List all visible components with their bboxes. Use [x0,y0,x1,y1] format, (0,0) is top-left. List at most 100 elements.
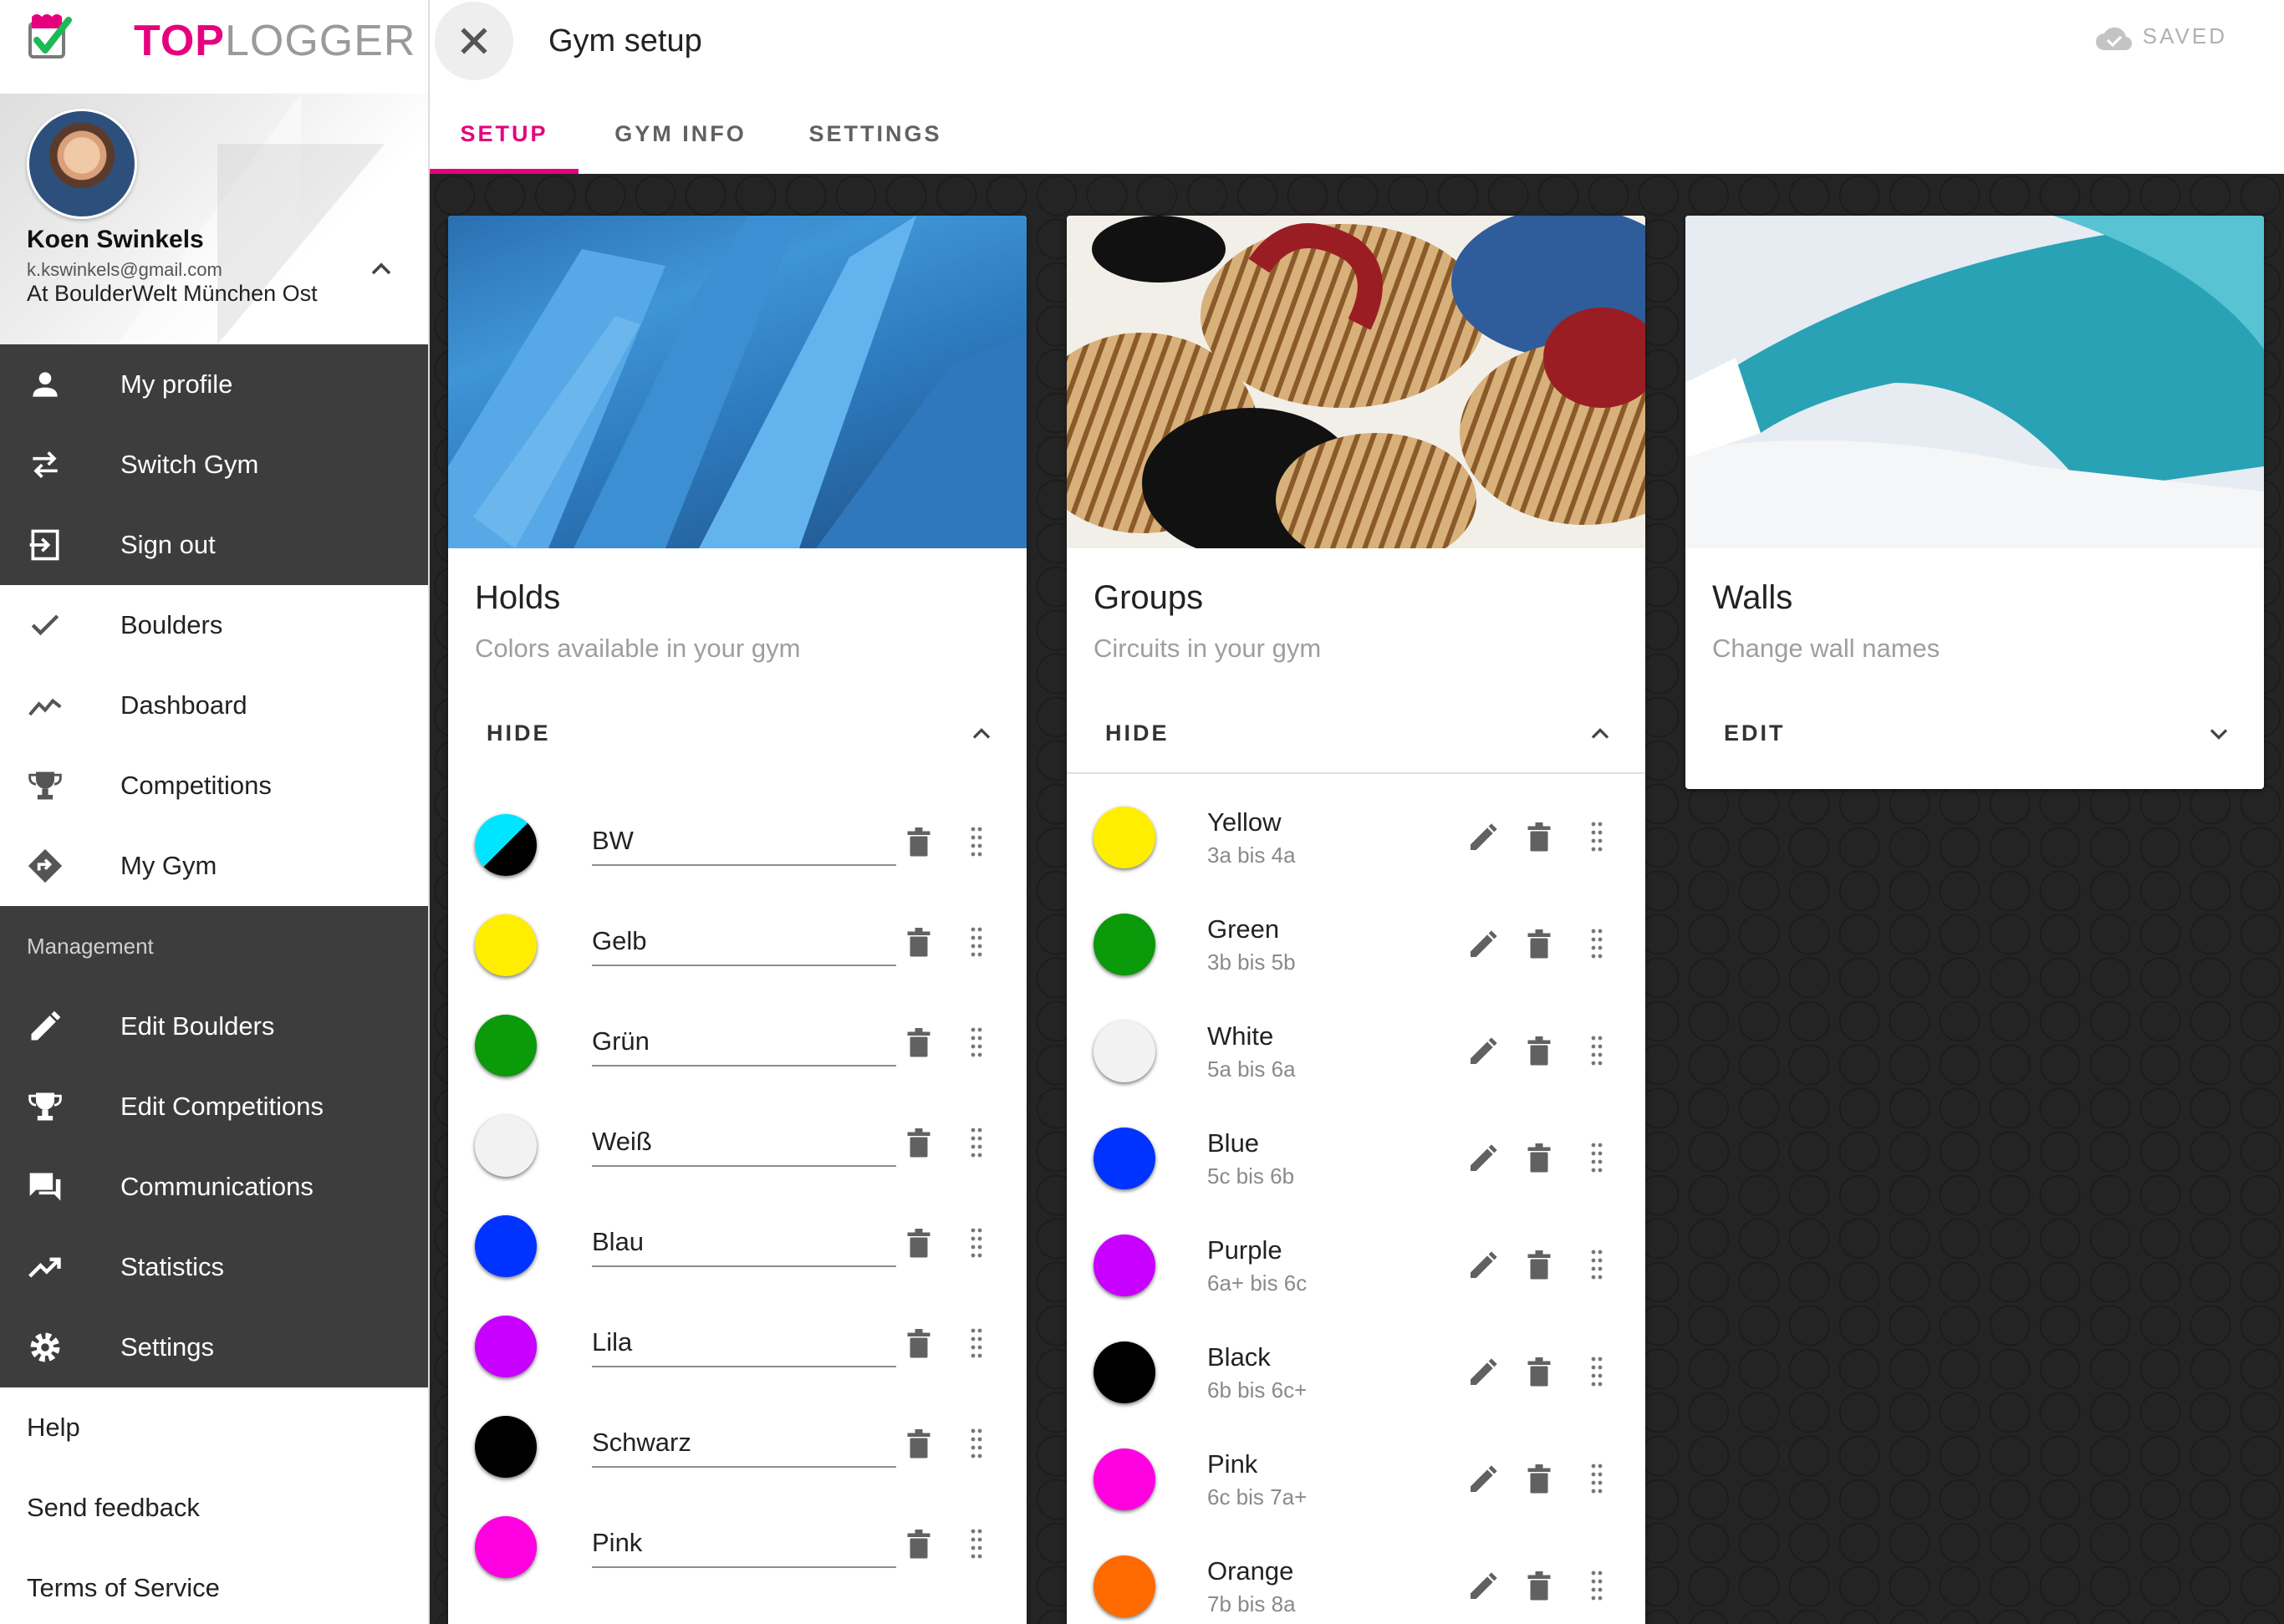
pencil-icon[interactable] [1466,1570,1500,1603]
app-header: Gym setup SAVED SETUP GYM INFO SETTINGS [430,0,2284,174]
hold-color-swatch[interactable] [475,1215,537,1277]
sidebar-item-label: Sign out [120,530,216,559]
sidebar-item-edit-boulders[interactable]: Edit Boulders [0,986,428,1067]
hold-color-swatch[interactable] [475,814,537,876]
sidebar-item-communications[interactable]: Communications [0,1147,428,1227]
pencil-icon[interactable] [1466,1356,1500,1389]
drag-handle-icon[interactable] [970,1026,983,1060]
trash-icon[interactable] [1527,1571,1552,1601]
pencil-icon[interactable] [1466,821,1500,854]
profile-email: k.kswinkels@gmail.com [27,259,222,280]
groups-hide-button[interactable]: HIDE [1105,720,1170,746]
trash-icon[interactable] [1527,929,1552,960]
drag-handle-icon[interactable] [1590,821,1603,854]
trash-icon[interactable] [1527,1143,1552,1173]
hold-color-swatch[interactable] [475,914,537,976]
chevron-down-icon[interactable] [2204,719,2234,749]
holds-hide-button[interactable]: HIDE [487,720,551,746]
sidebar-item-send-feedback[interactable]: Send feedback [0,1468,428,1548]
hold-name-field[interactable]: Lila [592,1324,896,1367]
drag-handle-icon[interactable] [1590,1356,1603,1389]
hold-name-field[interactable]: Grün [592,1023,896,1067]
hold-name-field[interactable]: Gelb [592,923,896,966]
pencil-icon[interactable] [1466,1035,1500,1068]
sidebar-item-my-profile[interactable]: My profile [0,344,428,425]
hold-name-field[interactable]: Schwarz [592,1424,896,1468]
trash-icon[interactable] [906,1429,931,1459]
sidebar-item-switch-gym[interactable]: Switch Gym [0,425,428,505]
sidebar-item-label: Send feedback [27,1493,200,1522]
drag-handle-icon[interactable] [970,1227,983,1260]
sidebar-item-statistics[interactable]: Statistics [0,1227,428,1307]
profile-name: Koen Swinkels [27,226,204,253]
sidebar-item-competitions[interactable]: Competitions [0,746,428,826]
trash-icon[interactable] [906,1329,931,1359]
pencil-icon[interactable] [1466,1463,1500,1496]
hold-name-value: Lila [592,1327,633,1357]
hold-color-swatch[interactable] [475,1416,537,1478]
sidebar-item-my-gym[interactable]: My Gym [0,826,428,906]
sidebar-item-terms[interactable]: Terms of Service [0,1548,428,1624]
chevron-up-icon[interactable] [365,252,398,286]
drag-handle-icon[interactable] [970,1528,983,1561]
hold-row: Blau [448,1194,1027,1294]
profile-panel[interactable]: Koen Swinkels k.kswinkels@gmail.com At B… [0,94,428,344]
drag-handle-icon[interactable] [970,1327,983,1361]
sidebar-item-edit-competitions[interactable]: Edit Competitions [0,1067,428,1147]
close-button[interactable] [435,2,513,80]
group-row: Blue 5c bis 6b [1067,1105,1645,1212]
hold-name-field[interactable]: Pink [592,1525,896,1568]
sidebar-item-boulders[interactable]: Boulders [0,585,428,665]
avatar [27,109,137,219]
hold-name-field[interactable]: Weiß [592,1123,896,1167]
sidebar-item-help[interactable]: Help [0,1387,428,1468]
hold-color-swatch[interactable] [475,1516,537,1578]
tab-gym-info[interactable]: GYM INFO [589,102,772,174]
logo-bar: TOPLOGGER [0,0,428,94]
drag-handle-icon[interactable] [1590,928,1603,961]
swap-icon [33,451,58,478]
sidebar-item-dashboard[interactable]: Dashboard [0,665,428,746]
tab-setup[interactable]: SETUP [430,102,579,174]
trash-icon[interactable] [1527,1464,1552,1494]
trash-icon[interactable] [906,1530,931,1560]
drag-handle-icon[interactable] [1590,1142,1603,1175]
sidebar-item-settings[interactable]: Settings [0,1307,428,1387]
drag-handle-icon[interactable] [970,1127,983,1160]
hold-color-swatch[interactable] [475,1115,537,1177]
sidebar-item-label: My profile [120,369,233,399]
chevron-up-icon[interactable] [1585,719,1615,749]
hold-color-swatch[interactable] [475,1316,537,1377]
chevron-up-icon[interactable] [966,719,997,749]
trash-icon[interactable] [1527,1250,1552,1280]
pencil-icon[interactable] [1466,1142,1500,1175]
drag-handle-icon[interactable] [1590,1249,1603,1282]
pencil-icon[interactable] [1466,928,1500,961]
trash-icon[interactable] [1527,1357,1552,1387]
trash-icon[interactable] [906,1028,931,1058]
hold-color-swatch[interactable] [475,1015,537,1077]
hold-row: Lila [448,1294,1027,1394]
person-icon [33,372,58,397]
drag-handle-icon[interactable] [1590,1570,1603,1603]
drag-handle-icon[interactable] [1590,1035,1603,1068]
hold-name-field[interactable]: BW [592,822,896,866]
check-icon [31,614,59,636]
drag-handle-icon[interactable] [970,1428,983,1461]
sidebar-item-sign-out[interactable]: Sign out [0,505,428,585]
drag-handle-icon[interactable] [1590,1463,1603,1496]
trash-icon[interactable] [1527,822,1552,853]
hold-name-value: Gelb [592,926,647,955]
pencil-icon[interactable] [1466,1249,1500,1282]
holds-card: Holds Colors available in your gym HIDE … [448,216,1027,1624]
drag-handle-icon[interactable] [970,926,983,960]
trash-icon[interactable] [906,1128,931,1158]
trash-icon[interactable] [906,827,931,858]
drag-handle-icon[interactable] [970,826,983,859]
trash-icon[interactable] [1527,1036,1552,1067]
trash-icon[interactable] [906,928,931,958]
tab-settings[interactable]: SETTINGS [779,102,971,174]
hold-name-field[interactable]: Blau [592,1224,896,1267]
walls-edit-button[interactable]: EDIT [1724,720,1786,746]
trash-icon[interactable] [906,1229,931,1259]
